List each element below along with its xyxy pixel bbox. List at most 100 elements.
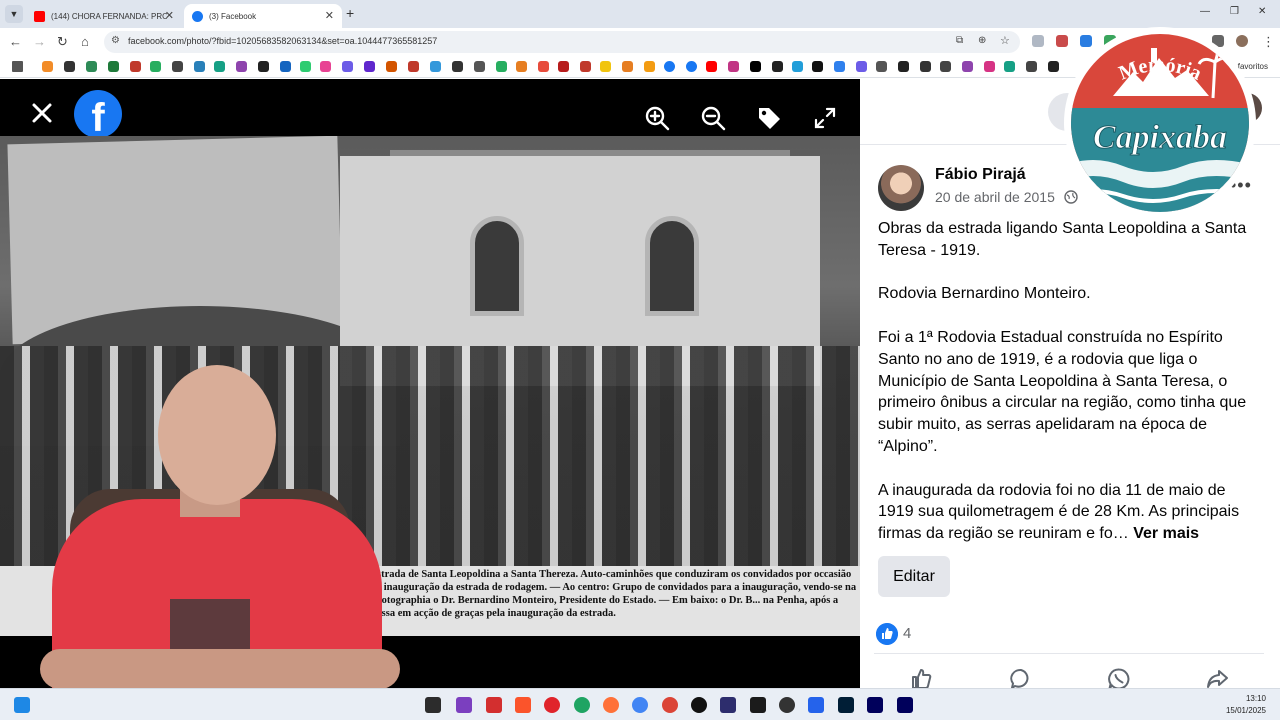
bookmark-icon[interactable]	[386, 61, 397, 72]
audition-icon[interactable]	[867, 697, 883, 713]
url-field[interactable]: ⚙ facebook.com/photo/?fbid=1020568358206…	[104, 31, 1020, 53]
bookmark-icon[interactable]	[172, 61, 183, 72]
close-icon[interactable]	[28, 99, 56, 127]
edit-button[interactable]: Editar	[878, 556, 950, 597]
facebook-icon[interactable]	[664, 61, 675, 72]
obs-icon[interactable]	[779, 697, 795, 713]
bookmark-icon[interactable]	[342, 61, 353, 72]
windows-start-icon[interactable]	[14, 697, 30, 713]
author-avatar[interactable]	[878, 165, 924, 211]
bookmark-star-icon[interactable]: ☆	[1000, 34, 1010, 47]
tiktok-icon[interactable]	[812, 61, 823, 72]
bookmark-icon[interactable]	[876, 61, 887, 72]
forward-icon[interactable]: →	[33, 35, 46, 49]
bookmark-icon[interactable]	[320, 61, 331, 72]
edge-icon[interactable]	[574, 697, 590, 713]
brave-icon[interactable]	[515, 697, 531, 713]
bookmark-icon[interactable]	[108, 61, 119, 72]
bookmark-icon[interactable]	[834, 61, 845, 72]
zoom-in-icon[interactable]	[644, 105, 670, 131]
youtube-icon[interactable]	[706, 61, 717, 72]
home-icon[interactable]: ⌂	[81, 35, 89, 49]
bookmark-icon[interactable]	[600, 61, 611, 72]
author-name[interactable]: Fábio Pirajá	[935, 166, 1026, 184]
bookmark-icon[interactable]	[644, 61, 655, 72]
x-icon[interactable]	[750, 61, 761, 72]
install-icon[interactable]: ⧉	[956, 35, 963, 46]
close-tab-icon[interactable]: ✕	[325, 9, 334, 22]
bookmark-icon[interactable]	[1026, 61, 1037, 72]
clock-time[interactable]: 13:10	[1246, 694, 1266, 703]
bookmark-icon[interactable]	[408, 61, 419, 72]
bookmark-icon[interactable]	[474, 61, 485, 72]
see-more-link[interactable]: Ver mais	[1133, 525, 1199, 542]
taskbar-app-icon[interactable]	[425, 697, 441, 713]
clock-date[interactable]: 15/01/2025	[1226, 706, 1266, 715]
bookmark-icon[interactable]	[214, 61, 225, 72]
bookmark-icon[interactable]	[430, 61, 441, 72]
bookmark-icon[interactable]	[130, 61, 141, 72]
telegram-icon[interactable]	[792, 61, 803, 72]
close-window-icon[interactable]: ✕	[1258, 6, 1266, 17]
like-reaction-icon[interactable]	[876, 623, 898, 645]
bookmark-icon[interactable]	[856, 61, 867, 72]
tab-youtube[interactable]: (144) CHORA FERNANDA: PROJ ✕	[26, 4, 182, 28]
bookmark-icon[interactable]	[496, 61, 507, 72]
instagram-icon[interactable]	[728, 61, 739, 72]
zoom-out-icon[interactable]	[700, 105, 726, 131]
tag-icon[interactable]	[756, 105, 782, 131]
bookmark-icon[interactable]	[580, 61, 591, 72]
bookmark-icon[interactable]	[236, 61, 247, 72]
fullscreen-icon[interactable]	[812, 105, 838, 131]
bookmark-icon[interactable]	[1048, 61, 1059, 72]
minimize-icon[interactable]: —	[1200, 6, 1210, 17]
bookmark-icon[interactable]	[516, 61, 527, 72]
photoshop-icon[interactable]	[838, 697, 854, 713]
bookmark-icon[interactable]	[64, 61, 75, 72]
restore-icon[interactable]: ❐	[1230, 6, 1239, 17]
taskbar-app-icon[interactable]	[808, 697, 824, 713]
new-tab-button[interactable]: +	[346, 5, 354, 21]
bookmark-icon[interactable]	[1004, 61, 1015, 72]
bookmark-icon[interactable]	[984, 61, 995, 72]
bookmark-icon[interactable]	[558, 61, 569, 72]
bookmark-icon[interactable]	[772, 61, 783, 72]
taskbar-app-icon[interactable]	[691, 697, 707, 713]
bookmark-icon[interactable]	[42, 61, 53, 72]
facebook-icon[interactable]	[686, 61, 697, 72]
close-tab-icon[interactable]: ✕	[165, 9, 174, 22]
bookmark-icon[interactable]	[280, 61, 291, 72]
audition-icon[interactable]	[897, 697, 913, 713]
facebook-logo-icon[interactable]: f	[74, 90, 122, 138]
bookmark-icon[interactable]	[898, 61, 909, 72]
zoom-icon[interactable]: ⊕	[978, 35, 986, 46]
reload-icon[interactable]: ↻	[57, 35, 68, 49]
firefox-icon[interactable]	[603, 697, 619, 713]
vivaldi-icon[interactable]	[486, 697, 502, 713]
apps-grid-icon[interactable]	[12, 61, 23, 72]
bookmark-icon[interactable]	[452, 61, 463, 72]
bookmark-icon[interactable]	[258, 61, 269, 72]
bookmark-icon[interactable]	[364, 61, 375, 72]
bookmark-icon[interactable]	[920, 61, 931, 72]
tab-facebook[interactable]: (3) Facebook ✕	[184, 4, 342, 28]
site-info-icon[interactable]: ⚙	[111, 35, 120, 46]
bookmark-icon[interactable]	[622, 61, 633, 72]
taskbar-app-icon[interactable]	[720, 697, 736, 713]
bookmark-icon[interactable]	[300, 61, 311, 72]
post-date[interactable]: 20 de abril de 2015	[935, 189, 1055, 205]
bookmark-icon[interactable]	[940, 61, 951, 72]
like-count[interactable]: 4	[903, 625, 911, 642]
extension-icon[interactable]	[1032, 35, 1044, 47]
bookmark-icon[interactable]	[86, 61, 97, 72]
bookmark-icon[interactable]	[194, 61, 205, 72]
menu-kebab-icon[interactable]: ⋮	[1262, 35, 1275, 49]
opera-icon[interactable]	[544, 697, 560, 713]
taskbar-app-icon[interactable]	[456, 697, 472, 713]
tab-search-button[interactable]: ▼	[5, 5, 23, 23]
chrome-icon[interactable]	[632, 697, 648, 713]
bookmark-icon[interactable]	[150, 61, 161, 72]
bookmark-icon[interactable]	[538, 61, 549, 72]
taskbar-app-icon[interactable]	[750, 697, 766, 713]
back-icon[interactable]: ←	[9, 35, 22, 49]
